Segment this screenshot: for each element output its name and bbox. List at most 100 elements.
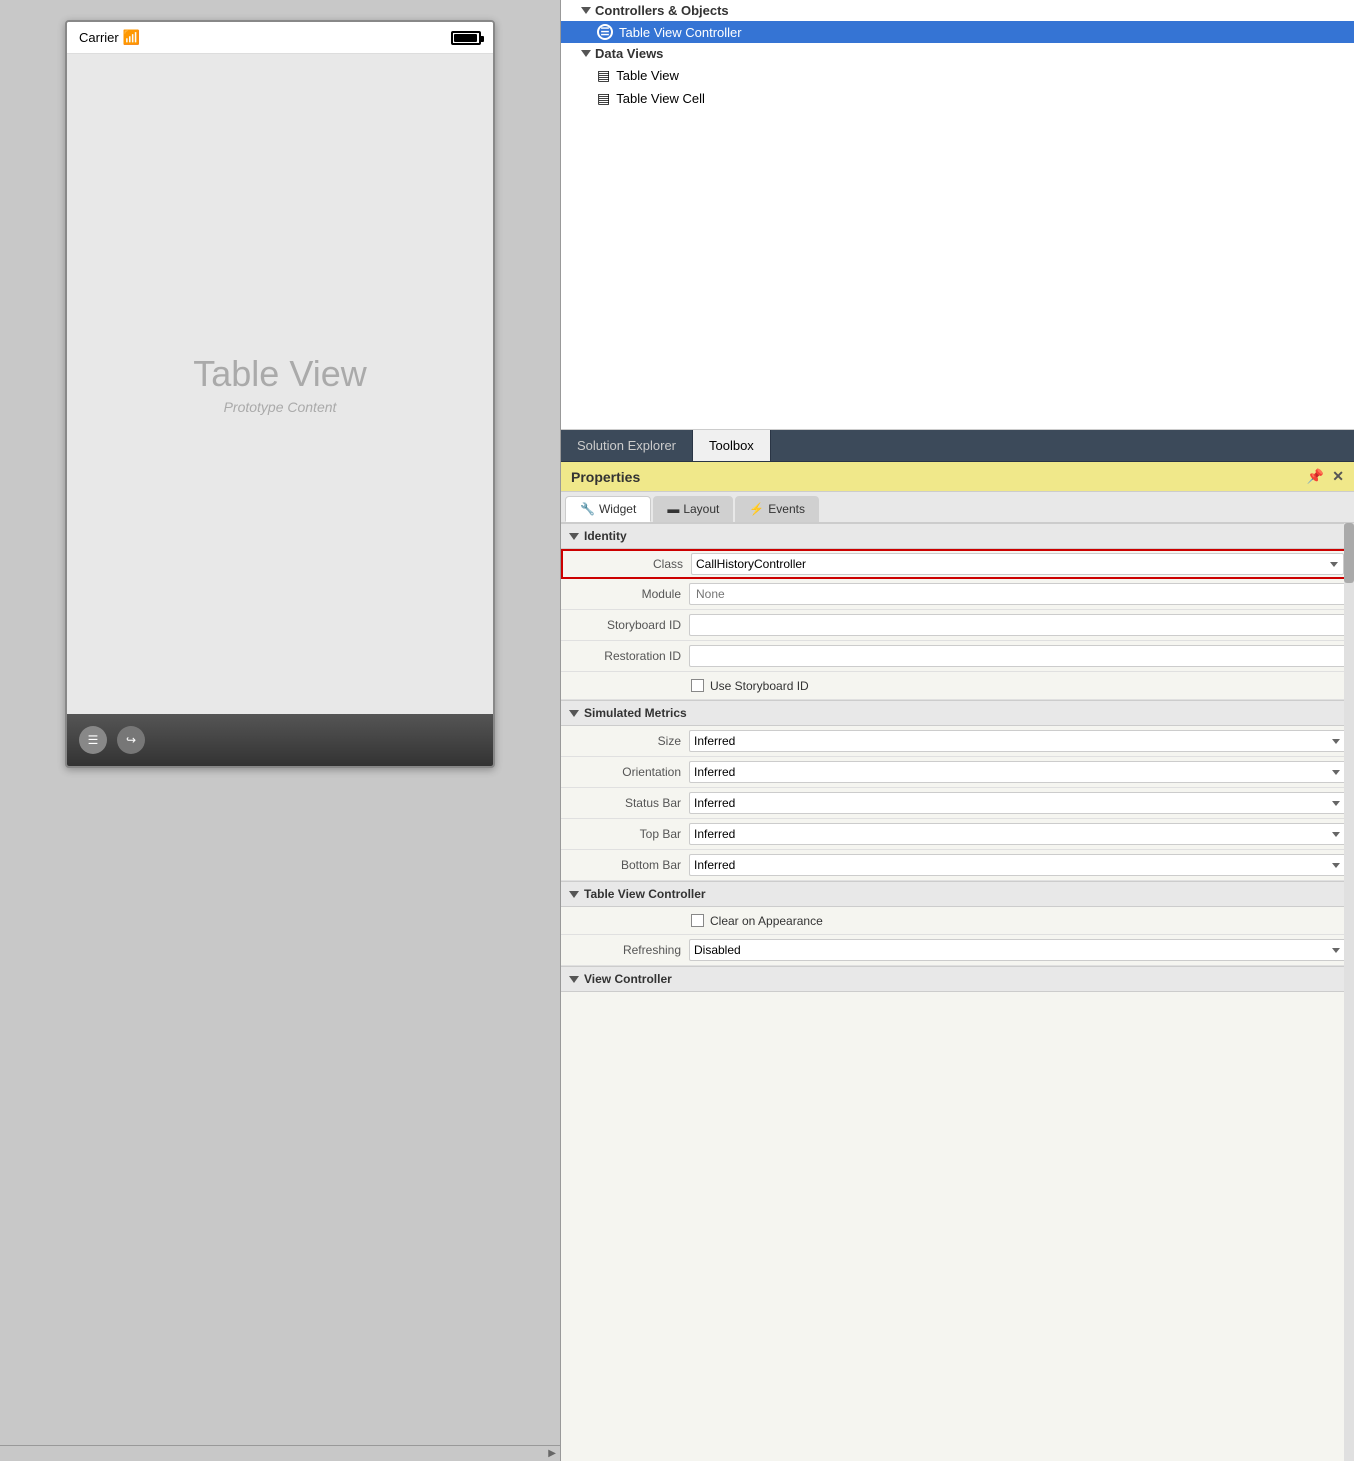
- use-storyboard-id-label: Use Storyboard ID: [710, 679, 809, 693]
- horizontal-scrollbar[interactable]: ▶: [0, 1445, 560, 1461]
- tab-layout[interactable]: ▬ Layout: [653, 496, 733, 522]
- battery-icon: [451, 31, 481, 45]
- table-view-cell-icon: ▤: [597, 90, 610, 107]
- module-input[interactable]: [689, 583, 1346, 605]
- status-bar-label: Status Bar: [569, 796, 689, 810]
- scrollbar-thumb[interactable]: [1344, 523, 1354, 583]
- top-bar-value: Inferred: [689, 823, 1346, 845]
- simulated-metrics-collapse-icon[interactable]: [569, 710, 579, 717]
- tvc-section-header: Table View Controller: [561, 881, 1354, 907]
- restoration-id-value: [689, 645, 1346, 667]
- collapse-icon[interactable]: [581, 7, 591, 14]
- events-tab-label: Events: [768, 502, 805, 516]
- clear-on-appearance-row: Clear on Appearance: [561, 907, 1354, 935]
- use-storyboard-id-checkbox[interactable]: [691, 679, 704, 692]
- restoration-id-input[interactable]: [689, 645, 1346, 667]
- properties-panel: Properties 📌 ✕ 🔧 Widget ▬ Layout ⚡: [561, 462, 1354, 1461]
- storyboard-id-label: Storyboard ID: [569, 618, 689, 632]
- outline-item-table-view[interactable]: ▤ Table View: [561, 64, 1354, 87]
- data-views-section: Data Views: [561, 43, 1354, 64]
- refreshing-value: Disabled: [689, 939, 1346, 961]
- class-row: Class CallHistoryController: [561, 549, 1354, 579]
- tvc-section-label: Table View Controller: [584, 887, 706, 901]
- toolbar-icon-2: ↪: [117, 726, 145, 754]
- tab-toolbox[interactable]: Toolbox: [693, 430, 771, 461]
- table-view-cell-label: Table View Cell: [616, 91, 705, 106]
- prototype-content-label: Prototype Content: [224, 399, 337, 415]
- prop-tabs: 🔧 Widget ▬ Layout ⚡ Events: [561, 492, 1354, 523]
- properties-title: Properties: [571, 469, 640, 485]
- phone-content: Table View Prototype Content: [67, 54, 493, 714]
- top-bar-row: Top Bar Inferred: [561, 819, 1354, 850]
- properties-header-icons: 📌 ✕: [1307, 468, 1344, 485]
- events-icon: ⚡: [749, 502, 764, 516]
- tab-bar: Solution Explorer Toolbox: [561, 430, 1354, 462]
- carrier-label: Carrier: [79, 30, 119, 45]
- data-views-label: Data Views: [595, 46, 663, 61]
- class-label: Class: [571, 557, 691, 571]
- table-view-label: Table View: [616, 68, 679, 83]
- storyboard-id-row: Storyboard ID: [561, 610, 1354, 641]
- vertical-scrollbar[interactable]: [1344, 523, 1354, 1461]
- bottom-bar-select[interactable]: Inferred: [689, 854, 1346, 876]
- restoration-id-label: Restoration ID: [569, 649, 689, 663]
- outline-panel: Controllers & Objects ☰ Table View Contr…: [561, 0, 1354, 430]
- restoration-id-row: Restoration ID: [561, 641, 1354, 672]
- clear-on-appearance-checkbox[interactable]: [691, 914, 704, 927]
- vc-collapse-icon[interactable]: [569, 976, 579, 983]
- collapse-icon-data[interactable]: [581, 50, 591, 57]
- bottom-bar-row: Bottom Bar Inferred: [561, 850, 1354, 881]
- storyboard-canvas: Carrier 📶 Table View Prototype Content ☰…: [0, 0, 560, 1461]
- bottom-bar-value: Inferred: [689, 854, 1346, 876]
- layout-icon: ▬: [667, 502, 679, 516]
- close-icon[interactable]: ✕: [1332, 468, 1344, 485]
- right-panel: Controllers & Objects ☰ Table View Contr…: [560, 0, 1354, 1461]
- table-view-controller-icon: ☰: [597, 24, 613, 40]
- class-select[interactable]: CallHistoryController: [691, 553, 1344, 575]
- module-label: Module: [569, 587, 689, 601]
- size-value: Inferred: [689, 730, 1346, 752]
- status-bar-select[interactable]: Inferred: [689, 792, 1346, 814]
- scroll-right-arrow[interactable]: ▶: [548, 1448, 556, 1459]
- tab-events[interactable]: ⚡ Events: [735, 496, 819, 522]
- status-bar-value: Inferred: [689, 792, 1346, 814]
- phone-toolbar: ☰ ↪: [67, 714, 493, 766]
- properties-header: Properties 📌 ✕: [561, 462, 1354, 492]
- view-controller-section-header: View Controller: [561, 966, 1354, 992]
- prop-content: Identity Class CallHistoryController Mod…: [561, 523, 1354, 1461]
- toolbar-icon-1: ☰: [79, 726, 107, 754]
- refreshing-select[interactable]: Disabled: [689, 939, 1346, 961]
- top-bar-label: Top Bar: [569, 827, 689, 841]
- table-view-outline-icon: ▤: [597, 67, 610, 84]
- tab-widget[interactable]: 🔧 Widget: [565, 496, 651, 522]
- size-select[interactable]: Inferred: [689, 730, 1346, 752]
- storyboard-id-value: [689, 614, 1346, 636]
- module-row: Module: [561, 579, 1354, 610]
- orientation-value: Inferred: [689, 761, 1346, 783]
- table-view-controller-label: Table View Controller: [619, 25, 742, 40]
- identity-section-header: Identity: [561, 523, 1354, 549]
- use-storyboard-id-row: Use Storyboard ID: [561, 672, 1354, 700]
- tvc-collapse-icon[interactable]: [569, 891, 579, 898]
- outline-item-table-view-controller[interactable]: ☰ Table View Controller: [561, 21, 1354, 43]
- class-value: CallHistoryController: [691, 553, 1344, 575]
- tab-solution-explorer[interactable]: Solution Explorer: [561, 430, 693, 461]
- size-label: Size: [569, 734, 689, 748]
- outline-item-table-view-cell[interactable]: ▤ Table View Cell: [561, 87, 1354, 110]
- simulated-metrics-section-header: Simulated Metrics: [561, 700, 1354, 726]
- wifi-icon: 📶: [123, 29, 140, 46]
- orientation-label: Orientation: [569, 765, 689, 779]
- top-bar-select[interactable]: Inferred: [689, 823, 1346, 845]
- storyboard-id-input[interactable]: [689, 614, 1346, 636]
- phone-status-bar: Carrier 📶: [67, 22, 493, 54]
- module-value: [689, 583, 1346, 605]
- widget-tab-label: Widget: [599, 502, 636, 516]
- identity-section-label: Identity: [584, 529, 627, 543]
- pin-icon[interactable]: 📌: [1307, 468, 1324, 485]
- bottom-bar-label: Bottom Bar: [569, 858, 689, 872]
- simulated-metrics-label: Simulated Metrics: [584, 706, 687, 720]
- controllers-objects-section: Controllers & Objects: [561, 0, 1354, 21]
- orientation-select[interactable]: Inferred: [689, 761, 1346, 783]
- identity-collapse-icon[interactable]: [569, 533, 579, 540]
- refreshing-label: Refreshing: [569, 943, 689, 957]
